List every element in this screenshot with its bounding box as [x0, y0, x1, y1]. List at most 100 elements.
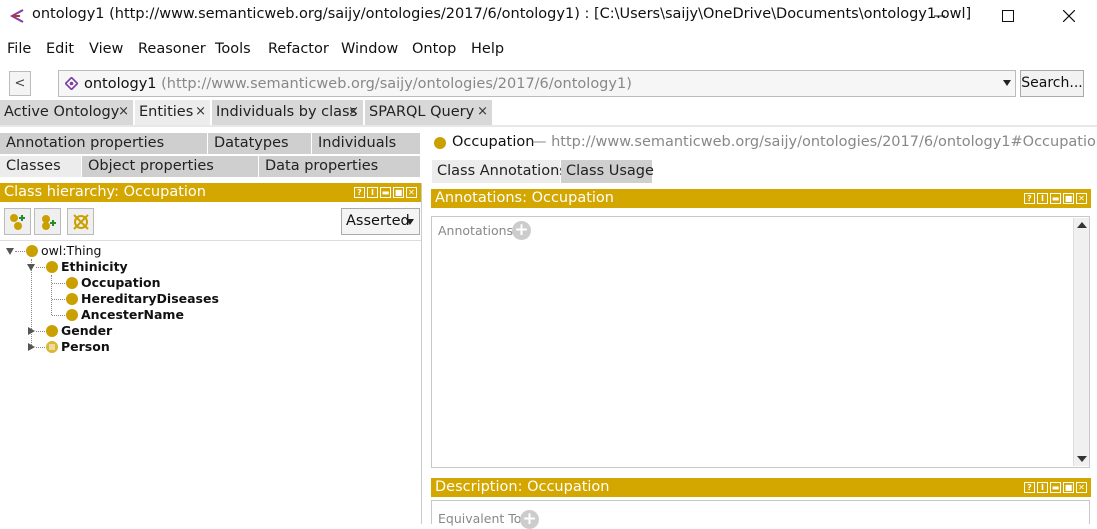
ontology-iri: (http://www.semanticweb.org/saijy/ontolo…	[161, 76, 632, 92]
class-icon	[66, 293, 78, 305]
menu-help[interactable]: Help	[471, 41, 504, 57]
scroll-up-icon[interactable]	[1077, 222, 1087, 228]
maximize-view-icon[interactable]: ■	[1063, 482, 1074, 493]
tree-connector	[52, 283, 65, 284]
tree-node-label: Gender	[61, 323, 113, 338]
menu-edit[interactable]: Edit	[46, 41, 74, 57]
tab-entities[interactable]: Entities ×	[135, 100, 211, 125]
annotations-frame: Annotations +	[431, 216, 1090, 468]
class-hierarchy-header: Class hierarchy: Occupation ? I ▬ ■ ✕	[0, 183, 421, 202]
help-icon[interactable]: ?	[354, 187, 365, 198]
menu-view[interactable]: View	[89, 41, 123, 57]
ontology-icon	[65, 77, 78, 90]
menu-refactor[interactable]: Refactor	[268, 41, 329, 57]
close-icon	[1063, 10, 1075, 22]
menu-reasoner[interactable]: Reasoner	[138, 41, 206, 57]
info-icon[interactable]: I	[1037, 193, 1048, 204]
description-header: Description: Occupation ? I ▬ ■ ✕	[431, 478, 1091, 497]
expand-icon[interactable]	[28, 327, 35, 335]
minimize-view-icon[interactable]: ▬	[1050, 193, 1061, 204]
tab-sparql-query[interactable]: SPARQL Query ×	[365, 100, 493, 125]
menu-window[interactable]: Window	[341, 41, 398, 57]
tab-classes[interactable]: Classes	[0, 156, 82, 178]
close-tab-icon[interactable]: ×	[195, 100, 206, 124]
tree-connector	[36, 347, 45, 348]
minimize-view-icon[interactable]: ▬	[1050, 482, 1061, 493]
close-tab-icon[interactable]: ×	[348, 100, 359, 124]
class-icon	[434, 137, 446, 149]
annotations-scrollbar[interactable]	[1073, 218, 1089, 466]
info-icon[interactable]: I	[367, 187, 378, 198]
class-icon	[26, 245, 38, 257]
equivalent-icon	[49, 344, 55, 350]
expand-icon[interactable]	[28, 343, 35, 351]
annotations-header: Annotations: Occupation ? I ▬ ■ ✕	[431, 189, 1091, 208]
scroll-down-icon[interactable]	[1077, 456, 1087, 462]
ontology-name: ontology1	[84, 76, 157, 92]
chevron-down-icon[interactable]	[1003, 80, 1011, 86]
tab-individuals[interactable]: Individuals	[312, 133, 421, 155]
entity-iri: — http://www.semanticweb.org/saijy/ontol…	[532, 134, 1097, 150]
delete-class-button[interactable]	[67, 208, 94, 235]
add-sibling-class-button[interactable]	[34, 208, 61, 235]
tree-connector	[51, 275, 52, 315]
menu-file[interactable]: File	[7, 41, 31, 57]
tab-object-properties[interactable]: Object properties	[82, 156, 259, 178]
close-tab-icon[interactable]: ×	[477, 100, 488, 124]
tab-class-usage[interactable]: Class Usage	[561, 160, 654, 183]
annotations-section-label: Annotations	[438, 223, 514, 238]
collapse-icon[interactable]	[27, 264, 35, 271]
help-icon[interactable]: ?	[1024, 482, 1035, 493]
tree-node-label: AncesterName	[81, 307, 184, 322]
tree-node-label: Person	[61, 339, 110, 354]
tree-connector	[36, 267, 45, 268]
help-icon[interactable]: ?	[1024, 193, 1035, 204]
hierarchy-mode-select[interactable]: Asserted	[341, 208, 420, 235]
menu-ontop[interactable]: Ontop	[412, 41, 456, 57]
tab-divider	[0, 125, 1097, 127]
close-view-icon[interactable]: ✕	[1076, 482, 1087, 493]
tree-node-label: HereditaryDiseases	[81, 291, 219, 306]
tab-class-annotations[interactable]: Class Annotations	[432, 160, 567, 183]
tab-data-properties[interactable]: Data properties	[259, 156, 421, 178]
close-tab-icon[interactable]: ×	[118, 100, 129, 124]
tab-active-ontology[interactable]: Active Ontology ×	[0, 100, 134, 125]
add-annotation-icon[interactable]: +	[512, 221, 531, 240]
back-button[interactable]: <	[9, 71, 31, 96]
tree-connector	[36, 331, 45, 332]
view-title: Annotations: Occupation	[435, 190, 614, 206]
class-tree[interactable]: owl:Thing Ethinicity Occupation Heredita…	[0, 240, 421, 524]
tab-annotation-properties[interactable]: Annotation properties	[0, 133, 208, 155]
panel-divider	[421, 183, 422, 524]
tab-label: Individuals by class	[216, 104, 358, 120]
window-title: ontology1 (http://www.semanticweb.org/sa…	[32, 6, 972, 22]
collapse-icon[interactable]	[6, 248, 14, 255]
add-equivalent-icon[interactable]: +	[520, 510, 539, 529]
ontology-selector[interactable]: ontology1 (http://www.semanticweb.org/sa…	[58, 70, 1016, 97]
class-icon	[46, 261, 58, 273]
add-subclass-button[interactable]	[4, 208, 31, 235]
menu-bar: File Edit View Reasoner Tools Refactor W…	[0, 36, 1097, 62]
tab-datatypes[interactable]: Datatypes	[208, 133, 312, 155]
class-icon	[66, 309, 78, 321]
class-icon	[46, 325, 58, 337]
info-icon[interactable]: I	[1037, 482, 1048, 493]
minimize-view-icon[interactable]: ▬	[380, 187, 391, 198]
menu-tools[interactable]: Tools	[215, 41, 251, 57]
add-subclass-icon	[9, 213, 25, 230]
description-frame: Equivalent To +	[431, 500, 1090, 529]
minimize-button[interactable]	[917, 0, 963, 32]
close-view-icon[interactable]: ✕	[406, 187, 417, 198]
view-buttons: ? I ▬ ■ ✕	[1024, 193, 1087, 204]
tree-node-label: Occupation	[81, 275, 161, 290]
maximize-button[interactable]	[985, 0, 1031, 32]
search-button[interactable]: Search...	[1020, 70, 1084, 97]
view-buttons: ? I ▬ ■ ✕	[1024, 482, 1087, 493]
maximize-view-icon[interactable]: ■	[1063, 193, 1074, 204]
maximize-view-icon[interactable]: ■	[393, 187, 404, 198]
title-bar: ontology1 (http://www.semanticweb.org/sa…	[0, 0, 1097, 32]
close-view-icon[interactable]: ✕	[1076, 193, 1087, 204]
tab-individuals-by-class[interactable]: Individuals by class ×	[212, 100, 364, 125]
tree-node-label: owl:Thing	[41, 243, 102, 258]
close-window-button[interactable]	[1046, 0, 1092, 32]
